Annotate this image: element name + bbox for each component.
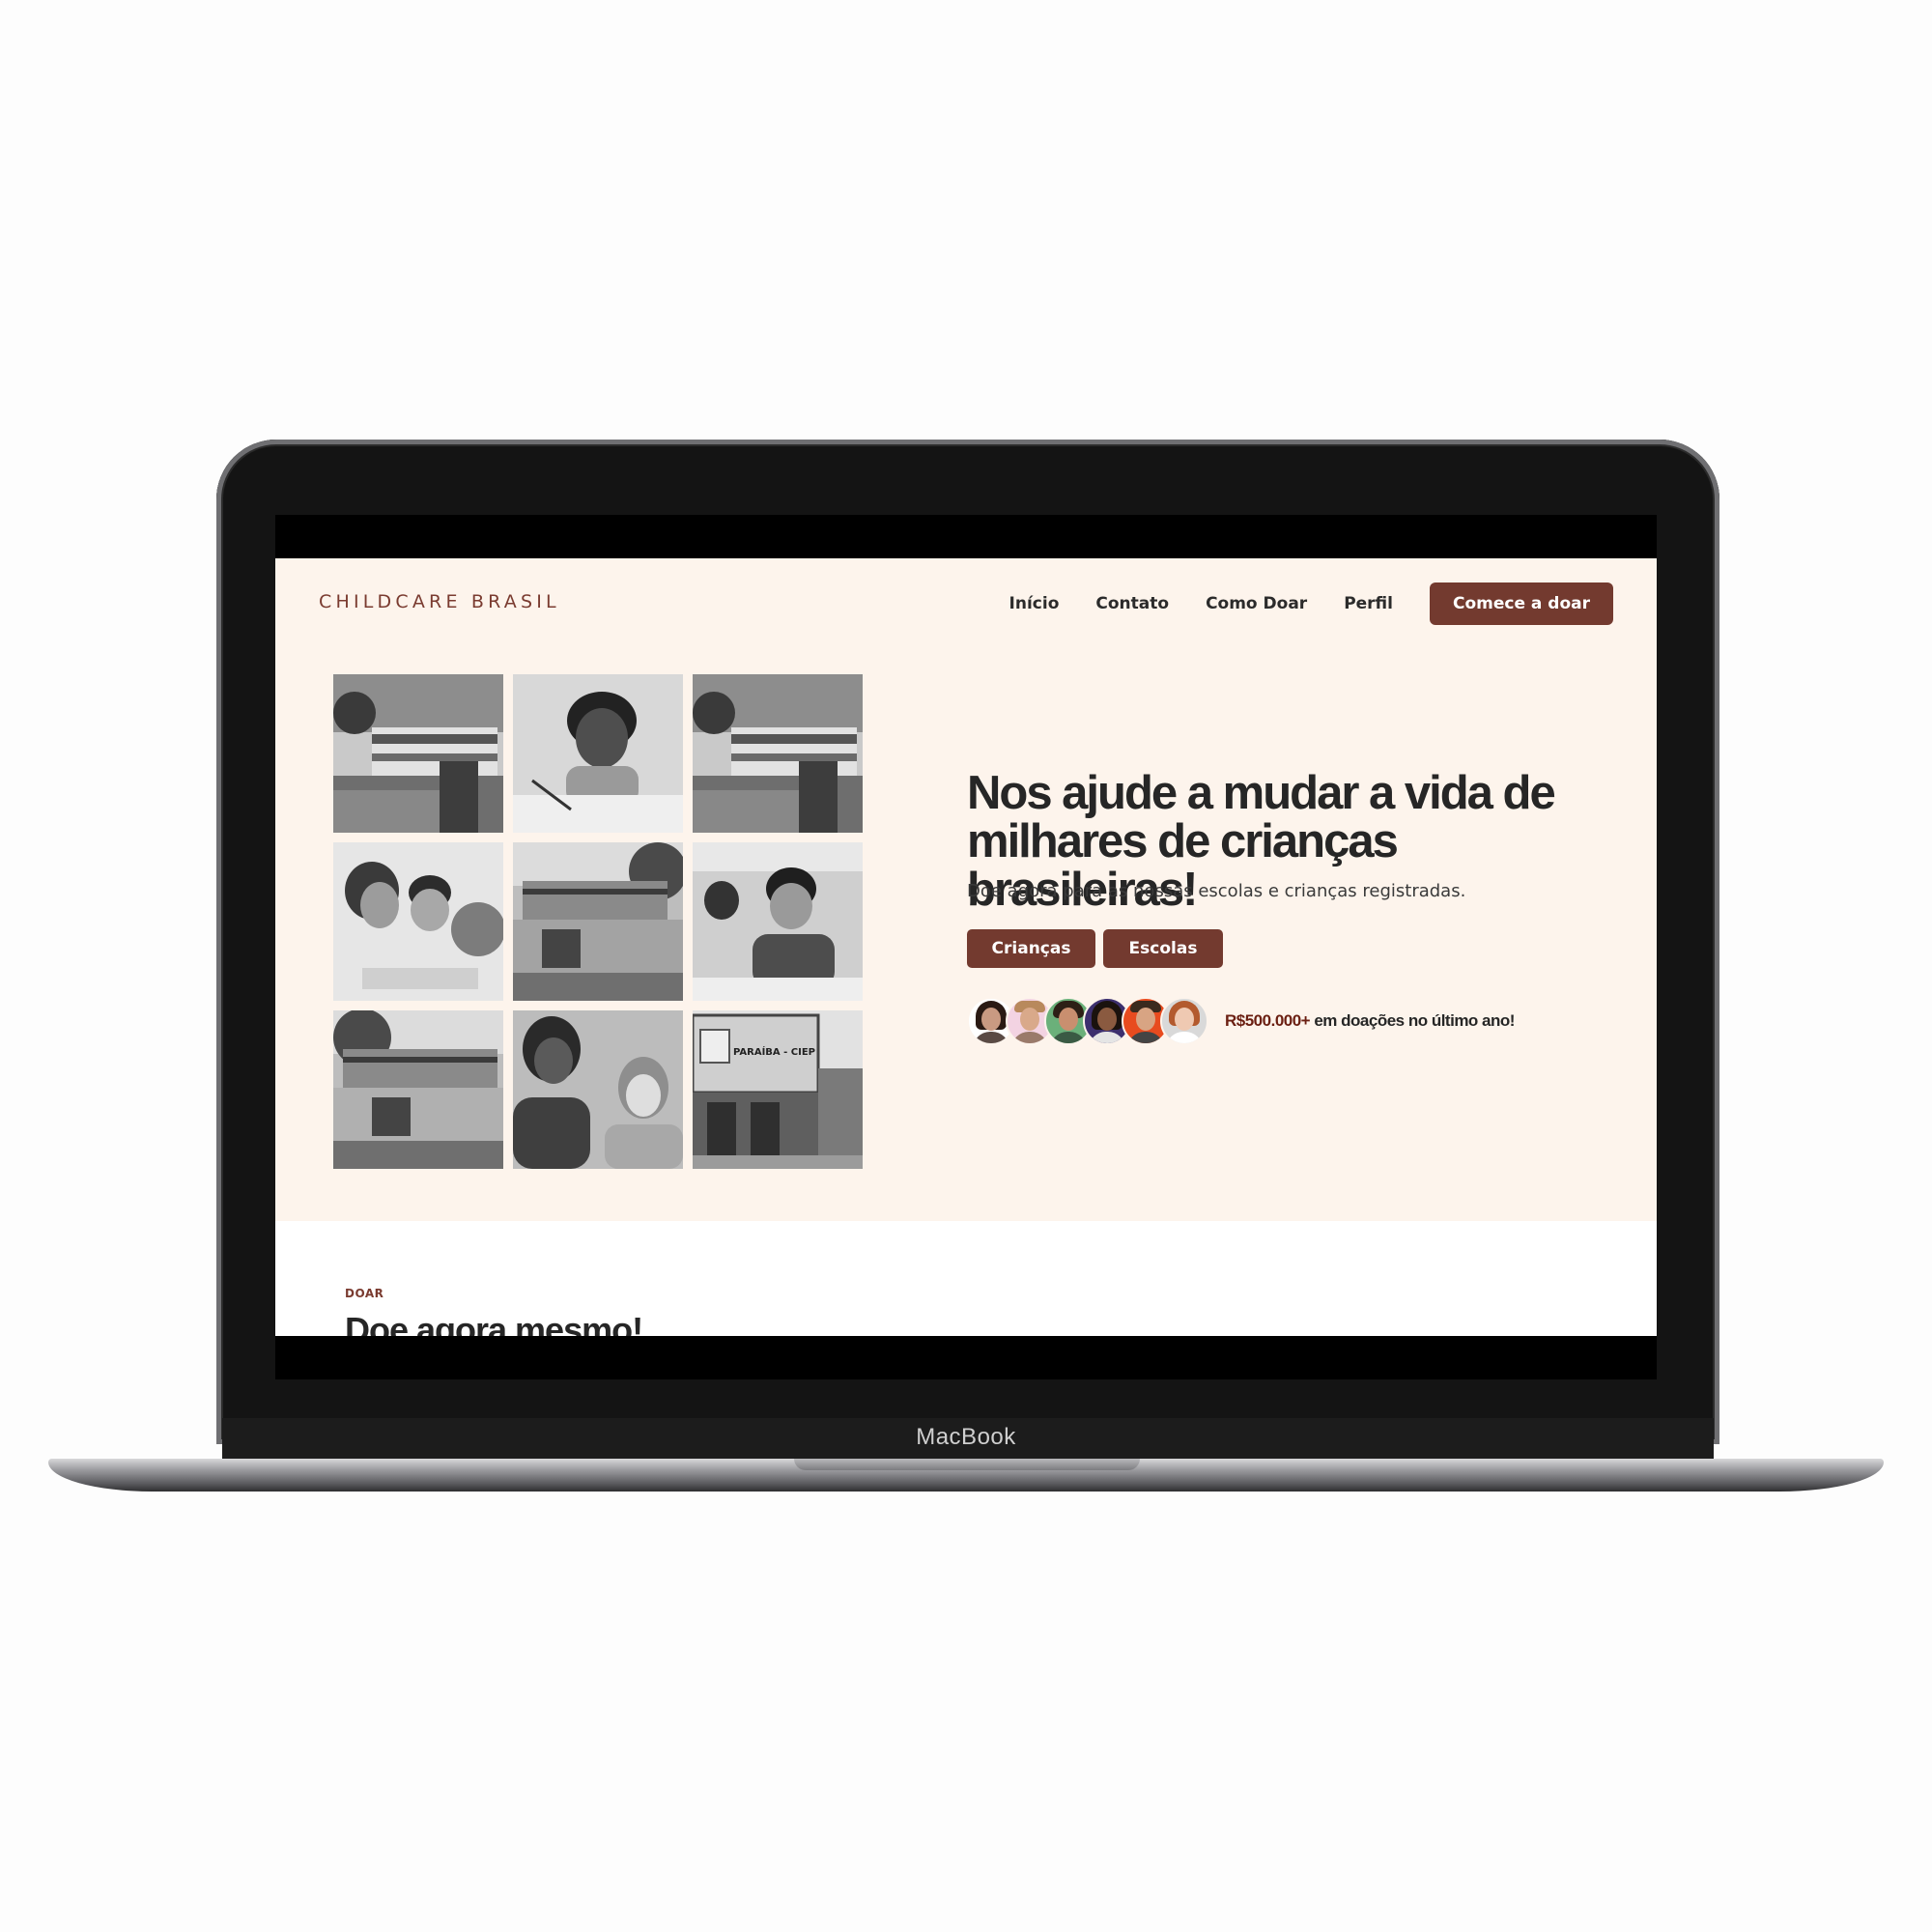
donation-amount: R$500.000+ xyxy=(1225,1011,1311,1030)
photo-school-building xyxy=(333,674,503,833)
laptop-notch xyxy=(794,1459,1140,1470)
photo-boy-classroom xyxy=(693,842,863,1001)
photo-children-globe xyxy=(333,842,503,1001)
section-tag: DOAR xyxy=(345,1287,384,1300)
main-nav: Início Contato Como Doar Perfil Comece a… xyxy=(1009,582,1613,625)
hero-subtitle: Doe agora para as nossas escolas e crian… xyxy=(967,881,1466,901)
photo-girl-writing xyxy=(513,674,683,833)
donation-stat: R$500.000+ em doações no último ano! xyxy=(1225,1011,1515,1031)
hero-section: CHILDCARE BRASIL Início Contato Como Doa… xyxy=(275,558,1657,1221)
laptop-screen: CHILDCARE BRASIL Início Contato Como Doa… xyxy=(275,515,1657,1379)
photo-school-entrance: PARAÍBA - CIEP xyxy=(693,1010,863,1169)
nav-link-perfil[interactable]: Perfil xyxy=(1344,594,1393,613)
photo-grid: PARAÍBA - CIEP xyxy=(333,674,865,1170)
nav-link-contato[interactable]: Contato xyxy=(1095,594,1169,613)
photo-girls-smiling xyxy=(513,1010,683,1169)
section-title: Doe agora mesmo! xyxy=(345,1310,643,1336)
donor-avatar-6 xyxy=(1160,997,1208,1045)
school-sign-text: PARAÍBA - CIEP xyxy=(733,1047,816,1058)
photo-school-street-2 xyxy=(333,1010,503,1169)
children-button[interactable]: Crianças xyxy=(967,929,1095,968)
nav-link-inicio[interactable]: Início xyxy=(1009,594,1060,613)
photo-school-building-2 xyxy=(693,674,863,833)
donation-stat-text: em doações no último ano! xyxy=(1310,1011,1515,1030)
photo-school-street xyxy=(513,842,683,1001)
schools-button[interactable]: Escolas xyxy=(1103,929,1223,968)
device-brand-label: MacBook xyxy=(916,1424,1016,1450)
website: CHILDCARE BRASIL Início Contato Como Doa… xyxy=(275,558,1657,1336)
nav-link-como-doar[interactable]: Como Doar xyxy=(1206,594,1307,613)
site-logo[interactable]: CHILDCARE BRASIL xyxy=(319,591,560,612)
donor-avatars xyxy=(967,997,1208,1045)
start-donating-button[interactable]: Comece a doar xyxy=(1430,582,1613,625)
